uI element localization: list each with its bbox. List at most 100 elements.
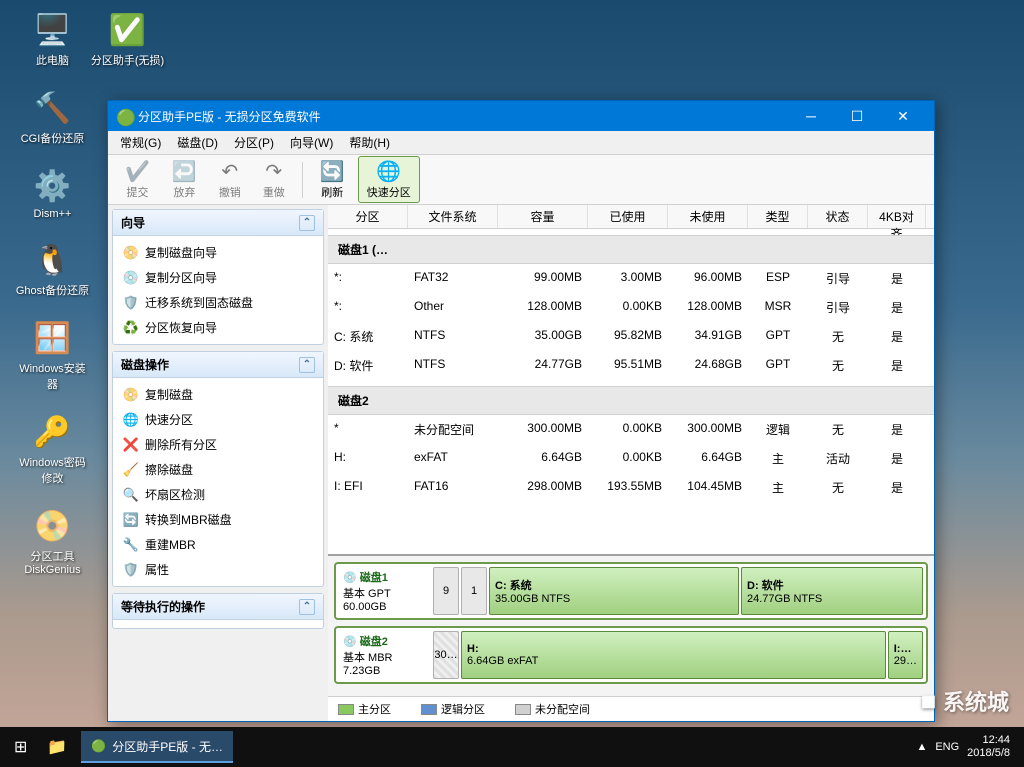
desktop-icon[interactable]: ⚙️Dism++ <box>15 166 90 220</box>
panel-item[interactable]: ❌删除所有分区 <box>113 432 323 457</box>
clock[interactable]: 12:44 2018/5/8 <box>967 734 1010 760</box>
column-header[interactable]: 未使用 <box>668 205 748 228</box>
table-cell: 是 <box>868 419 926 440</box>
desktop-icon[interactable]: 🔨CGI备份还原 <box>15 88 90 146</box>
tray-icon[interactable]: ▲ <box>916 741 927 753</box>
table-row[interactable]: *:Other128.00MB0.00KB128.00MBMSR引导是 <box>328 293 934 322</box>
desktop-icon[interactable]: 🖥️此电脑 <box>15 10 90 68</box>
collapse-icon[interactable]: ⌃ <box>299 215 315 231</box>
column-header[interactable]: 4KB对齐 <box>868 205 926 228</box>
column-header[interactable]: 状态 <box>808 205 868 228</box>
disk-partition[interactable]: D: 软件24.77GB NTFS <box>741 567 923 615</box>
desktop: 🖥️此电脑 🔨CGI备份还原 ⚙️Dism++ 🐧Ghost备份还原 🪟Windows安… <box>0 0 1024 767</box>
menu-item[interactable]: 常规(G) <box>112 132 169 153</box>
disk-group-header[interactable]: 磁盘2 <box>328 386 934 415</box>
legend-label: 主分区 <box>358 701 391 717</box>
partition-sub: 29… <box>894 655 917 667</box>
table-cell: FAT16 <box>408 477 498 498</box>
panel-item-icon: 🔧 <box>123 537 139 553</box>
toolbar-icon: ↩️ <box>172 159 197 184</box>
minimize-button[interactable]: ─ <box>788 101 834 131</box>
panel-item-label: 转换到MBR磁盘 <box>145 511 232 528</box>
table-row[interactable]: H:exFAT6.64GB0.00KB6.64GB主活动是 <box>328 444 934 473</box>
table-cell: 0.00KB <box>588 448 668 469</box>
panel-item[interactable]: 🔍坏扇区检测 <box>113 482 323 507</box>
toolbar-button[interactable]: ↩️放弃 <box>163 156 206 203</box>
panel-item[interactable]: 🔄转换到MBR磁盘 <box>113 507 323 532</box>
column-header[interactable]: 分区 <box>328 205 408 228</box>
table-cell: 298.00MB <box>498 477 588 498</box>
table-cell: 24.77GB <box>498 355 588 376</box>
table-cell: 是 <box>868 448 926 469</box>
collapse-icon[interactable]: ⌃ <box>299 357 315 373</box>
disk-map-row[interactable]: 💿 磁盘2基本 MBR7.23GB30…H:6.64GB exFATI:…29… <box>334 626 928 684</box>
desktop-icon[interactable]: 📀分区工具DiskGenius <box>15 506 90 576</box>
panel-item[interactable]: 💿复制分区向导 <box>113 265 323 290</box>
ime-indicator[interactable]: ENG <box>935 741 959 753</box>
legend-swatch <box>338 704 354 715</box>
table-row[interactable]: *:FAT3299.00MB3.00MB96.00MBESP引导是 <box>328 264 934 293</box>
disk-partition-small[interactable]: 30… <box>433 631 459 679</box>
maximize-button[interactable]: ☐ <box>834 101 880 131</box>
panel-item-icon: 📀 <box>123 245 139 261</box>
disk-partition-small[interactable]: 9 <box>433 567 459 615</box>
collapse-icon[interactable]: ⌃ <box>299 599 315 615</box>
panel-body: 📀复制磁盘向导💿复制分区向导🛡️迁移系统到固态磁盘♻️分区恢复向导 <box>113 236 323 344</box>
panel-item[interactable]: 🛡️迁移系统到固态磁盘 <box>113 290 323 315</box>
start-button[interactable]: ⊞ <box>4 727 37 767</box>
disk-parts: 30…H:6.64GB exFATI:…29… <box>433 631 923 679</box>
table-row[interactable]: I: EFIFAT16298.00MB193.55MB104.45MB主无是 <box>328 473 934 502</box>
toolbar-button[interactable]: ↶撤销 <box>210 156 250 203</box>
taskbar-app-partition-assistant[interactable]: 🟢 分区助手PE版 - 无… <box>81 731 233 763</box>
toolbar-button[interactable]: 🌐快速分区 <box>358 156 420 203</box>
menu-item[interactable]: 分区(P) <box>226 132 282 153</box>
panel-item-icon: 📀 <box>123 387 139 403</box>
table-cell: Other <box>408 297 498 318</box>
toolbar-button[interactable]: ↷重做 <box>254 156 294 203</box>
toolbar-button[interactable]: 🔄刷新 <box>311 156 354 203</box>
titlebar[interactable]: 🟢 分区助手PE版 - 无损分区免费软件 ─ ☐ ✕ <box>108 101 934 131</box>
panel-item[interactable]: 🌐快速分区 <box>113 407 323 432</box>
column-header[interactable]: 类型 <box>748 205 808 228</box>
panel-item[interactable]: ♻️分区恢复向导 <box>113 315 323 340</box>
disk-partition-small[interactable]: 1 <box>461 567 487 615</box>
panel-item[interactable]: 📀复制磁盘 <box>113 382 323 407</box>
desktop-icon[interactable]: ✅分区助手(无损) <box>90 10 165 68</box>
menu-item[interactable]: 磁盘(D) <box>169 132 226 153</box>
table-cell: 128.00MB <box>668 297 748 318</box>
file-explorer-button[interactable]: 📁 <box>37 727 77 767</box>
panel-item[interactable]: 🛡️属性 <box>113 557 323 582</box>
table-cell: GPT <box>748 326 808 347</box>
desktop-icon[interactable]: 🔑Windows密码修改 <box>15 412 90 486</box>
toolbar-button[interactable]: ✔️提交 <box>116 156 159 203</box>
table-cell: 引导 <box>808 297 868 318</box>
table-cell: 引导 <box>808 268 868 289</box>
desktop-icon[interactable]: 🐧Ghost备份还原 <box>15 240 90 298</box>
icon-label: CGI备份还原 <box>21 130 85 146</box>
content-area: 分区文件系统容量已使用未使用类型状态4KB对齐 磁盘1 (…*:FAT3299.… <box>328 205 934 721</box>
desktop-icon[interactable]: 🪟Windows安装器 <box>15 318 90 392</box>
column-header[interactable]: 容量 <box>498 205 588 228</box>
close-button[interactable]: ✕ <box>880 101 926 131</box>
panel-header[interactable]: 向导⌃ <box>113 210 323 236</box>
toolbar-icon: ↶ <box>221 159 238 184</box>
column-header[interactable]: 已使用 <box>588 205 668 228</box>
panel-header[interactable]: 磁盘操作⌃ <box>113 352 323 378</box>
toolbar-icon: ✔️ <box>125 159 150 184</box>
disk-partition[interactable]: I:…29… <box>888 631 923 679</box>
disk-group-header[interactable]: 磁盘1 (… <box>328 235 934 264</box>
panel-header[interactable]: 等待执行的操作⌃ <box>113 594 323 620</box>
disk-partition[interactable]: C: 系统35.00GB NTFS <box>489 567 739 615</box>
panel-item[interactable]: 🧹擦除磁盘 <box>113 457 323 482</box>
legend-swatch <box>515 704 531 715</box>
disk-partition[interactable]: H:6.64GB exFAT <box>461 631 886 679</box>
table-row[interactable]: *未分配空间300.00MB0.00KB300.00MB逻辑无是 <box>328 415 934 444</box>
panel-item[interactable]: 🔧重建MBR <box>113 532 323 557</box>
table-row[interactable]: D: 软件NTFS24.77GB95.51MB24.68GBGPT无是 <box>328 351 934 380</box>
column-header[interactable]: 文件系统 <box>408 205 498 228</box>
menu-item[interactable]: 帮助(H) <box>341 132 398 153</box>
disk-map-row[interactable]: 💿 磁盘1基本 GPT60.00GB91C: 系统35.00GB NTFSD: … <box>334 562 928 620</box>
menu-item[interactable]: 向导(W) <box>282 132 341 153</box>
table-row[interactable]: C: 系统NTFS35.00GB95.82MB34.91GBGPT无是 <box>328 322 934 351</box>
panel-item[interactable]: 📀复制磁盘向导 <box>113 240 323 265</box>
